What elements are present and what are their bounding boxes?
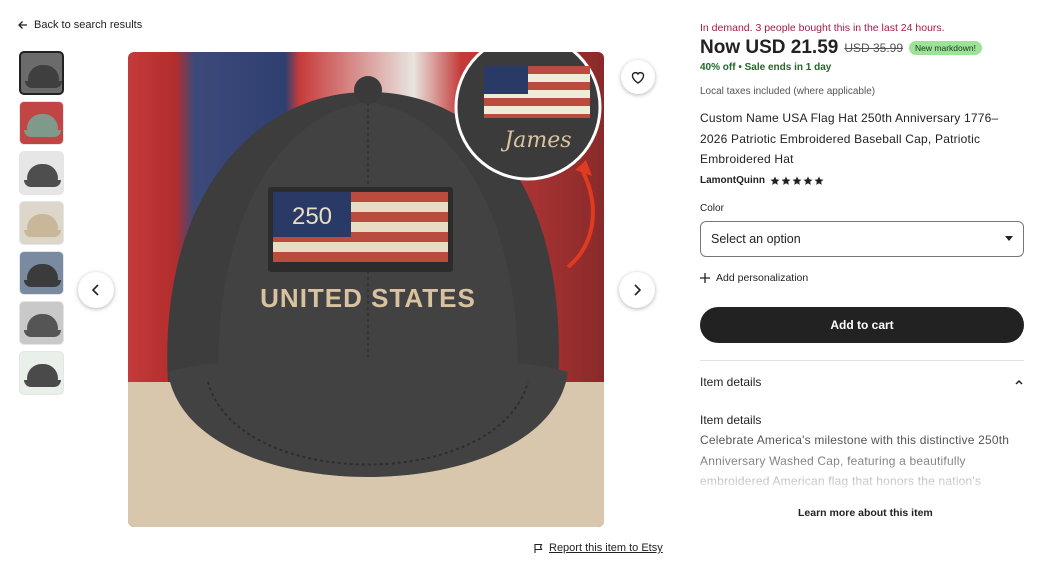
star-rating[interactable] (770, 176, 824, 186)
thumbnail-list (19, 51, 64, 401)
personalized-name-text: James (500, 128, 571, 153)
thumbnail-3[interactable] (19, 151, 64, 195)
favorite-button[interactable] (621, 60, 655, 94)
color-label: Color (700, 203, 724, 214)
demand-text: In demand. 3 people bought this in the l… (700, 22, 945, 34)
learn-more-link[interactable]: Learn more about this item (798, 507, 933, 519)
thumbnail-brim-shape (24, 130, 61, 137)
shop-info: LamontQuinn (700, 175, 824, 186)
color-select[interactable]: Select an option (700, 221, 1024, 257)
add-to-cart-button[interactable]: Add to cart (700, 307, 1024, 343)
thumbnail-2[interactable] (19, 101, 64, 145)
chevron-right-icon (634, 284, 642, 296)
thumbnail-1[interactable] (19, 51, 64, 95)
thumbnail-7[interactable] (19, 351, 64, 395)
caret-down-icon (1005, 236, 1013, 241)
star-icon (814, 176, 824, 185)
discount-info: 40% off • Sale ends in 1 day (700, 62, 831, 73)
thumbnail-brim-shape (24, 280, 61, 287)
shop-name-link[interactable]: LamontQuinn (700, 175, 765, 186)
thumbnail-4[interactable] (19, 201, 64, 245)
star-icon (803, 176, 813, 185)
back-link-label: Back to search results (34, 19, 143, 31)
thumbnail-5[interactable] (19, 251, 64, 295)
report-item-link[interactable]: Report this item to Etsy (533, 542, 663, 554)
arrow-left-icon (18, 21, 27, 29)
discount-percent: 40% off (700, 62, 736, 73)
chevron-left-icon (91, 284, 99, 296)
sale-ends-text: Sale ends in 1 day (744, 62, 832, 73)
thumbnail-brim-shape (24, 330, 61, 337)
current-price: Now USD 21.59 (700, 37, 839, 58)
taxes-note: Local taxes included (where applicable) (700, 86, 876, 97)
plus-icon (700, 273, 710, 283)
item-description: Celebrate America's milestone with this … (700, 433, 1010, 488)
hat-embroidered-text: UNITED STATES (260, 283, 476, 313)
item-details-heading: Item details (700, 375, 762, 389)
thumbnail-brim-shape (24, 180, 61, 187)
star-icon (792, 176, 802, 185)
chevron-up-icon (1015, 379, 1023, 385)
add-personalization-button[interactable]: Add personalization (700, 272, 808, 284)
price-row: Now USD 21.59 USD 35.99 New markdown! (700, 37, 982, 59)
back-to-search-link[interactable]: Back to search results (18, 19, 142, 31)
thumbnail-brim-shape (24, 380, 61, 387)
item-details-toggle[interactable]: Item details (700, 375, 1024, 389)
flag-icon (534, 543, 543, 553)
hat-number-text: 250 (292, 203, 332, 230)
section-divider (700, 360, 1024, 361)
star-icon (770, 176, 780, 185)
original-price: USD 35.99 (844, 41, 904, 55)
listing-title: Custom Name USA Flag Hat 250th Anniversa… (700, 111, 999, 166)
report-label: Report this item to Etsy (549, 542, 663, 554)
heart-icon (631, 71, 645, 84)
thumbnail-6[interactable] (19, 301, 64, 345)
main-product-image[interactable]: 250 UNITED STATES James (128, 52, 604, 527)
select-placeholder: Select an option (711, 232, 801, 246)
add-personalization-label: Add personalization (716, 272, 809, 284)
item-details-subheading: Item details (700, 413, 762, 427)
hat-illustration: 250 UNITED STATES James (128, 52, 604, 527)
previous-image-button[interactable] (78, 272, 114, 308)
star-icon (781, 176, 791, 185)
thumbnail-brim-shape (25, 81, 62, 88)
thumbnail-brim-shape (24, 230, 61, 237)
markdown-badge: New markdown! (909, 41, 982, 55)
next-image-button[interactable] (619, 272, 655, 308)
